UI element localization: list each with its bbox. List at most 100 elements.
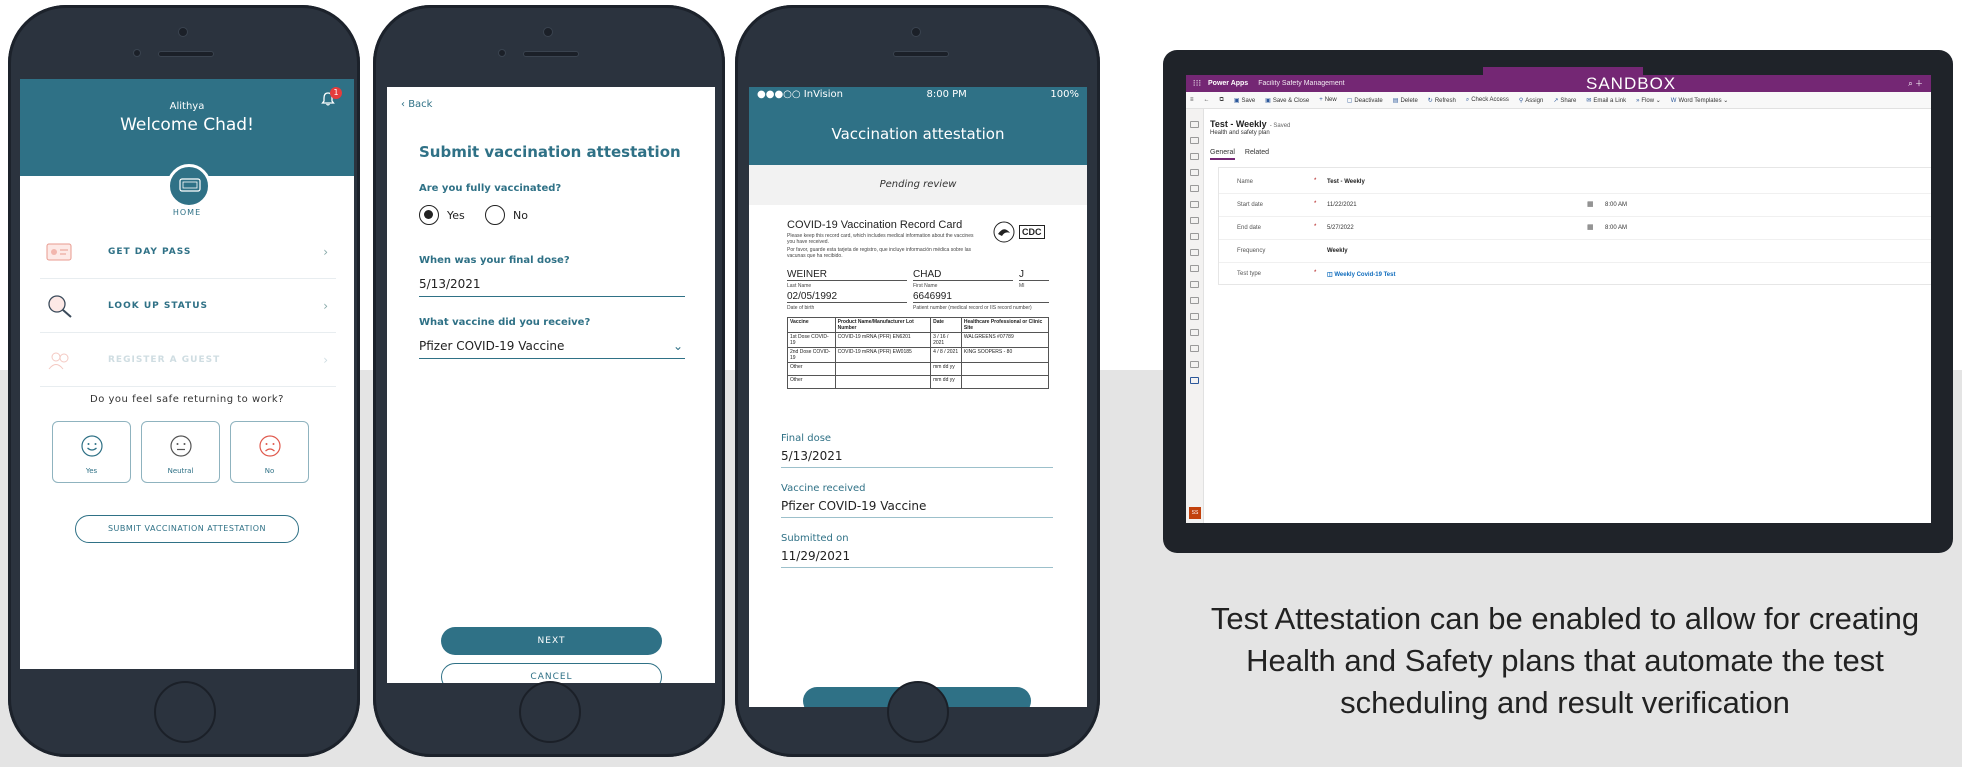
radio-no[interactable]: No	[485, 205, 528, 225]
status-bar: ●●●○○ InVision 8:00 PM 100%	[749, 87, 1087, 103]
popout-icon[interactable]: ⧉	[1220, 97, 1224, 104]
table-cell	[834, 375, 932, 389]
back-arrow-icon[interactable]: ←	[1204, 97, 1210, 103]
app-name[interactable]: Power Apps	[1208, 80, 1248, 87]
waffle-icon[interactable]: ⁝⁝⁝	[1186, 78, 1208, 89]
cmd-share[interactable]: ↗ Share	[1553, 97, 1576, 104]
nav-item-icon[interactable]	[1190, 233, 1199, 240]
nav-item-active-icon[interactable]	[1190, 377, 1199, 384]
menu-look-up-status[interactable]: LOOK UP STATUS ›	[40, 279, 336, 333]
nav-item-icon[interactable]	[1190, 201, 1199, 208]
cmd-new[interactable]: + New	[1319, 97, 1337, 103]
menu-get-day-pass[interactable]: GET DAY PASS ›	[40, 225, 336, 279]
field-name[interactable]: Name * Test - Weekly	[1219, 172, 1931, 194]
calendar-icon[interactable]: ▦	[1587, 200, 1594, 208]
cmd-save-close[interactable]: ▣ Save & Close	[1265, 97, 1309, 104]
back-link[interactable]: ‹ Back	[401, 99, 432, 110]
next-button[interactable]: NEXT	[441, 627, 662, 655]
cmd-word-templates[interactable]: W Word Templates ⌄	[1671, 97, 1729, 104]
face-yes-button[interactable]: Yes	[52, 421, 131, 483]
field-test-type[interactable]: Test type * ◫ Weekly Covid-19 Test	[1219, 264, 1931, 286]
nav-item-icon[interactable]	[1190, 281, 1199, 288]
field-time[interactable]: 8:00 AM	[1605, 225, 1627, 231]
card-patient-number: 6646991	[913, 291, 1049, 303]
record-header: Test - Weekly - Saved Health and safety p…	[1210, 119, 1290, 136]
nav-item-icon[interactable]	[1190, 217, 1199, 224]
search-plus-icons[interactable]: ⌕ ＋	[1908, 78, 1923, 89]
nav-item-icon[interactable]	[1190, 329, 1199, 336]
battery: 100%	[1050, 89, 1079, 100]
cmd-check-access[interactable]: ⌕ Check Access	[1466, 97, 1509, 104]
table-cell	[960, 375, 1050, 389]
nav-item-icon[interactable]	[1190, 249, 1199, 256]
happy-face-icon	[80, 435, 103, 457]
field-frequency[interactable]: Frequency Weekly	[1219, 241, 1931, 263]
face-no-button[interactable]: No	[230, 421, 309, 483]
face-label: Yes	[85, 467, 98, 475]
share-icon: ↗	[1553, 97, 1559, 104]
home-nav-button[interactable]	[167, 164, 211, 208]
vaccine-received-label: Vaccine received	[781, 483, 866, 494]
home-label: HOME	[172, 208, 202, 217]
cmd-label: Email a Link	[1593, 97, 1627, 104]
nav-recent-icon[interactable]	[1190, 137, 1199, 144]
tab-related[interactable]: Related	[1245, 149, 1269, 160]
table-cell: Other	[787, 375, 836, 389]
menu-icon[interactable]: ≡	[1190, 97, 1194, 103]
menu-register-guest: REGISTER A GUEST ›	[40, 333, 336, 387]
caption-line: scheduling and result verification	[1340, 685, 1790, 720]
card-last-name: WEINER	[787, 269, 907, 281]
submit-attestation-button[interactable]: SUBMIT VACCINATION ATTESTATION	[75, 515, 299, 543]
cmd-refresh[interactable]: ↻ Refresh	[1428, 97, 1456, 104]
nav-item-icon[interactable]	[1190, 185, 1199, 192]
nav-item-icon[interactable]	[1190, 297, 1199, 304]
mail-icon: ✉	[1586, 97, 1592, 104]
vaccine-select[interactable]: Pfizer COVID-19 Vaccine ⌄	[419, 339, 685, 359]
cmd-assign[interactable]: ⚲ Assign	[1519, 97, 1543, 104]
cmd-flow[interactable]: » Flow ⌄	[1636, 97, 1661, 104]
card-title: COVID-19 Vaccination Record Card	[787, 219, 963, 231]
user-avatar[interactable]: SS	[1189, 507, 1201, 519]
table-cell: 2nd Dose COVID-19	[787, 347, 836, 363]
field-start-date[interactable]: Start date * 11/22/2021 ▦ 8:00 AM	[1219, 195, 1931, 217]
field-value[interactable]: Weekly	[1327, 248, 1348, 254]
nav-pinned-icon[interactable]	[1190, 153, 1199, 160]
cmd-label: Assign	[1525, 97, 1544, 104]
calendar-icon[interactable]: ▦	[1587, 223, 1594, 231]
field-time[interactable]: 8:00 AM	[1605, 202, 1627, 208]
face-label: No	[264, 467, 275, 475]
cmd-email-link[interactable]: ✉ Email a Link	[1586, 97, 1626, 104]
cmd-label: Save & Close	[1272, 97, 1310, 104]
cmd-delete[interactable]: ▤ Delete	[1393, 97, 1418, 104]
field-value[interactable]: Test - Weekly	[1327, 179, 1365, 185]
nav-home-icon[interactable]	[1190, 121, 1199, 128]
field-value[interactable]: 11/22/2021	[1327, 202, 1357, 208]
nav-item-icon[interactable]	[1190, 345, 1199, 352]
nav-item-icon[interactable]	[1190, 169, 1199, 176]
nav-item-icon[interactable]	[1190, 265, 1199, 272]
cancel-button[interactable]: CANCEL	[441, 663, 662, 683]
radio-yes[interactable]: Yes	[419, 205, 465, 225]
field-value[interactable]: 5/27/2022	[1327, 225, 1354, 231]
nav-item-icon[interactable]	[1190, 361, 1199, 368]
nav-item-icon[interactable]	[1190, 313, 1199, 320]
card-label: First Name	[913, 283, 938, 289]
field-label: Frequency	[1237, 248, 1266, 254]
submitted-on-value: 11/29/2021	[781, 549, 1053, 568]
table-cell: WALGREENS #07789	[960, 332, 1050, 348]
guests-icon	[40, 340, 80, 380]
final-dose-input[interactable]: 5/13/2021	[419, 277, 685, 297]
phone-home-button	[154, 681, 216, 743]
module-name[interactable]: Facility Safety Management	[1258, 80, 1344, 87]
cmd-label: New	[1324, 97, 1337, 103]
vaccination-card-image: COVID-19 Vaccination Record Card Please …	[787, 219, 1050, 409]
radio-label: Yes	[447, 208, 465, 222]
tab-general[interactable]: General	[1210, 149, 1235, 160]
review-header: Vaccination attestation	[749, 103, 1087, 165]
cmd-label: Word Templates	[1678, 97, 1722, 104]
face-neutral-button[interactable]: Neutral	[141, 421, 220, 483]
field-lookup-value[interactable]: ◫ Weekly Covid-19 Test	[1327, 271, 1395, 278]
cmd-deactivate[interactable]: ▢ Deactivate	[1347, 97, 1383, 104]
cmd-save[interactable]: ▣ Save	[1234, 97, 1255, 104]
field-end-date[interactable]: End date * 5/27/2022 ▦ 8:00 AM	[1219, 218, 1931, 240]
